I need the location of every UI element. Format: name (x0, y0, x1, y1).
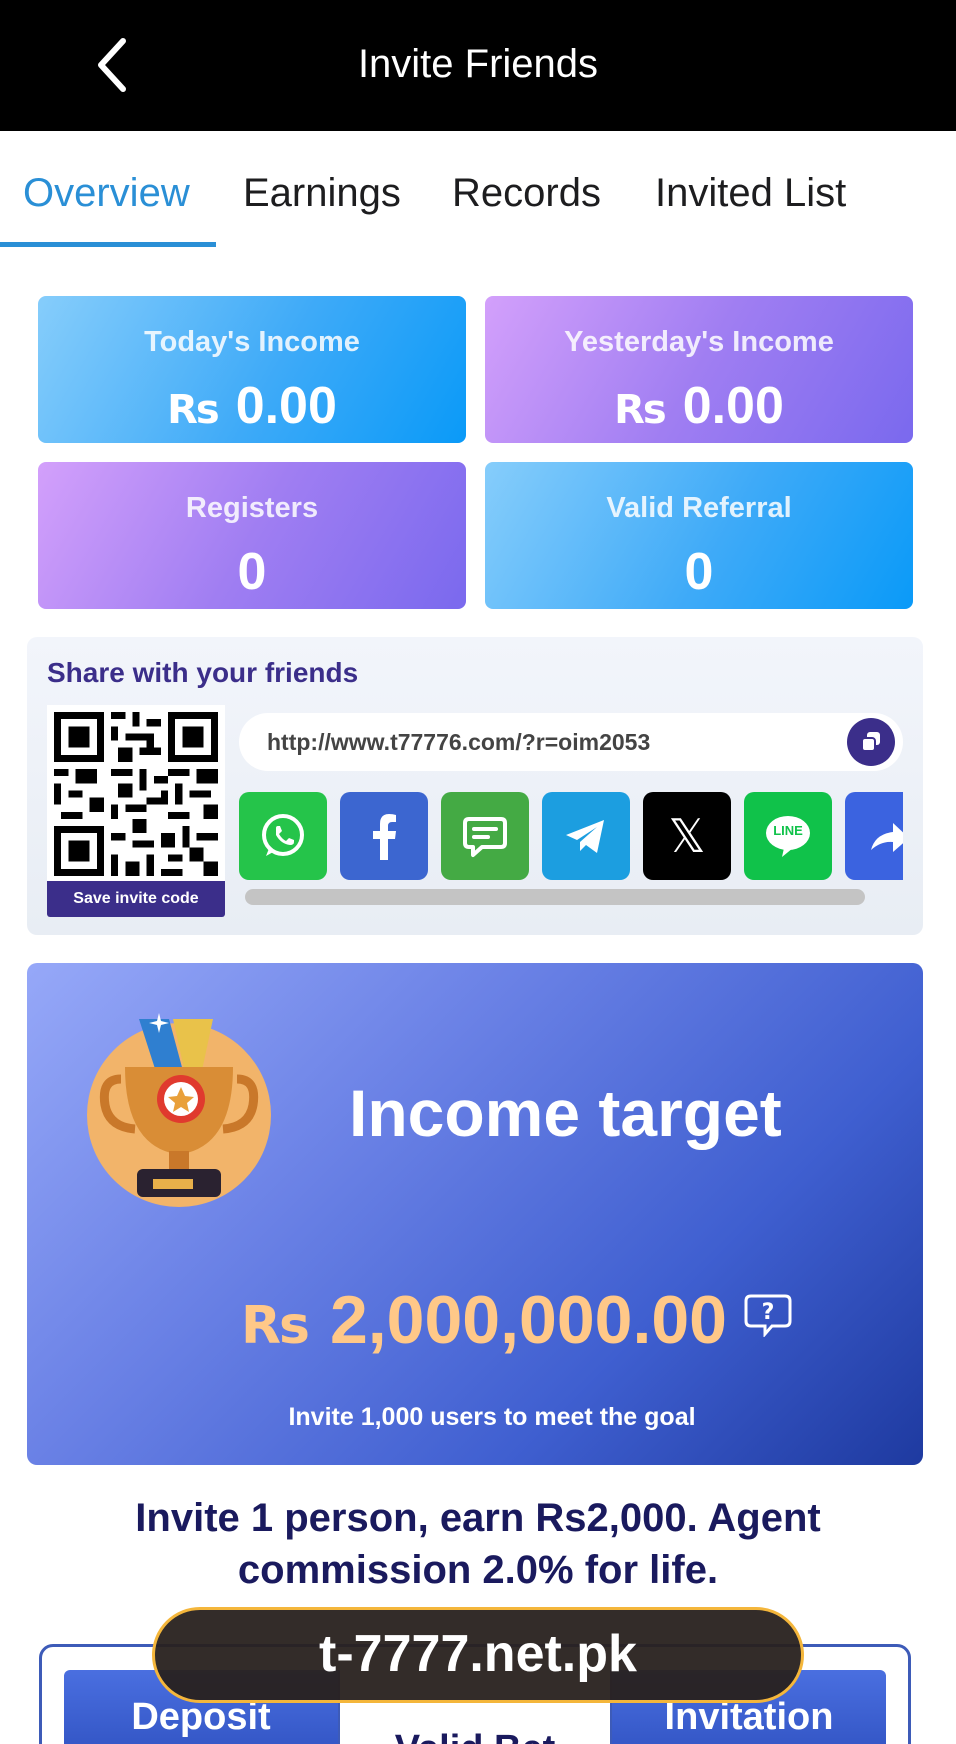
share-icons-scrollbar[interactable] (245, 889, 865, 905)
target-amount-value: 2,000,000.00 (329, 1282, 727, 1358)
registers-value: 0 (237, 543, 267, 601)
currency-symbol: Rs (167, 387, 220, 433)
message-icon (463, 817, 507, 857)
yesterday-income-card: Yesterday's Income Rs 0.00 (485, 296, 913, 443)
valid-referral-value: 0 (684, 543, 714, 601)
share-sms[interactable] (441, 792, 529, 880)
tab-invited-list[interactable]: Invited List (655, 171, 846, 216)
invite-link-field[interactable]: http://www.t77776.com/?r=oim2053 (239, 713, 903, 771)
registers-card: Registers 0 (38, 462, 466, 609)
facebook-icon (373, 814, 396, 860)
top-bar: Invite Friends (0, 0, 956, 131)
yesterday-income-label: Yesterday's Income (564, 326, 834, 358)
share-icons-row: 𝕏 LINE (239, 792, 903, 884)
promo-text: Invite 1 person, earn Rs2,000. Agent com… (135, 1496, 821, 1592)
svg-text:?: ? (762, 1300, 775, 1325)
registers-label: Registers (185, 492, 319, 524)
line-label: LINE (773, 823, 803, 838)
today-income-card: Today's Income Rs 0.00 (38, 296, 466, 443)
share-panel: Share with your friends Save invite code… (27, 637, 923, 935)
yesterday-income-amount: 0.00 (682, 377, 784, 435)
tab-records[interactable]: Records (452, 171, 601, 216)
telegram-icon (566, 820, 604, 853)
today-income-value: Rs 0.00 (38, 376, 466, 436)
income-target-card: Income target Rs 2,000,000.00 ? Invite 1,… (27, 963, 923, 1465)
share-more[interactable] (845, 792, 903, 880)
yesterday-income-value: Rs 0.00 (485, 376, 913, 436)
share-telegram[interactable] (542, 792, 630, 880)
tab-earnings[interactable]: Earnings (243, 171, 401, 216)
copy-link-button[interactable] (847, 718, 895, 766)
currency-symbol: Rs (240, 1296, 310, 1356)
copy-icon (861, 732, 880, 752)
page-title: Invite Friends (357, 42, 599, 86)
qr-code-image (47, 705, 225, 883)
whatsapp-icon (262, 814, 304, 856)
share-line[interactable]: LINE (744, 792, 832, 880)
today-income-amount: 0.00 (235, 377, 337, 435)
qr-code[interactable] (47, 705, 225, 883)
income-target-amount: Rs 2,000,000.00 (27, 1281, 727, 1359)
share-whatsapp[interactable] (239, 792, 327, 880)
active-tab-indicator (0, 242, 216, 247)
site-watermark: t-7777.net.pk (152, 1607, 804, 1703)
share-x[interactable]: 𝕏 (643, 792, 731, 880)
valid-referral-label: Valid Referral (606, 492, 792, 524)
help-icon[interactable]: ? (743, 1293, 793, 1337)
income-target-subtitle: Invite 1,000 users to meet the goal (288, 1403, 696, 1431)
today-income-label: Today's Income (144, 326, 360, 358)
x-icon: 𝕏 (668, 809, 706, 863)
share-title: Share with your friends (47, 657, 359, 688)
currency-symbol: Rs (614, 387, 667, 433)
share-facebook[interactable] (340, 792, 428, 880)
save-invite-code-button[interactable]: Save invite code (47, 881, 225, 917)
income-target-title: Income target (349, 1076, 782, 1150)
tab-overview[interactable]: Overview (23, 171, 190, 216)
invite-link-text: http://www.t77776.com/?r=oim2053 (267, 729, 651, 755)
share-arrow-icon (871, 823, 903, 852)
tab-bar: Overview Earnings Records Invited List (0, 131, 956, 249)
trophy-icon (87, 1013, 271, 1207)
valid-referral-card: Valid Referral 0 (485, 462, 913, 609)
